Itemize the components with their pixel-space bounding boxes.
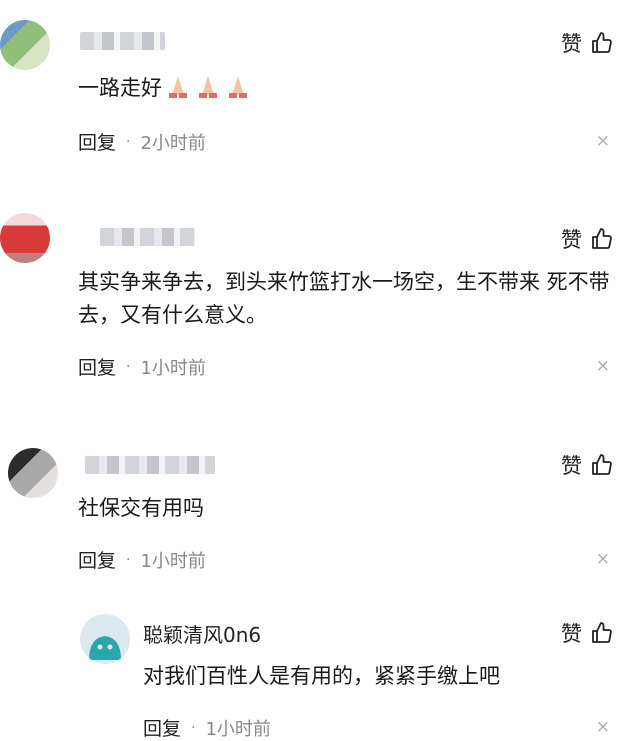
timestamp: 2小时前 [140,132,206,154]
like-label: 赞 [561,454,582,478]
username-blurred[interactable] [85,456,215,474]
comment-meta: 回复 · 2小时前 [78,128,206,155]
comment-meta: 回复 · 1小时前 [78,546,206,573]
thumbs-up-icon [592,622,612,643]
close-icon[interactable]: × [596,549,610,569]
default-avatar-icon [80,614,130,664]
thumbs-up-icon [592,454,612,475]
username-blurred[interactable] [80,32,165,50]
comment-item: 赞 一路走好 回复 · 2小时前 × [0,0,640,185]
avatar[interactable] [0,213,50,263]
thumbs-up-icon [592,228,612,249]
timestamp: 1小时前 [140,550,206,572]
like-label: 赞 [561,228,582,252]
reply-meta: 回复 · 1小时前 [143,714,271,741]
close-icon[interactable]: × [596,717,610,737]
folded-hands-icon [229,76,247,98]
reply-button[interactable]: 回复 [78,353,116,380]
reply-username[interactable]: 聪颖清风0n6 [143,619,261,648]
avatar[interactable] [80,614,130,664]
separator-dot: · [126,358,131,375]
avatar[interactable] [8,448,58,498]
like-label: 赞 [561,622,582,646]
folded-hands-icon [199,76,217,98]
separator-dot: · [126,551,131,568]
close-icon[interactable]: × [596,356,610,376]
like-label: 赞 [561,32,582,56]
comment-item: 赞 社保交有用吗 回复 · 1小时前 × [0,430,640,590]
comment-text-content: 一路走好 [78,76,162,100]
separator-dot: · [126,133,131,150]
like-button[interactable]: 赞 [561,618,614,648]
separator-dot: · [191,719,196,736]
comment-item: 赞 其实争来争去，到头来竹篮打水一场空，生不带来 死不带去，又有什么意义。 回复… [0,200,640,420]
username-blurred[interactable] [100,228,195,246]
like-button[interactable]: 赞 [561,28,614,58]
timestamp: 1小时前 [140,357,206,379]
avatar[interactable] [0,20,50,70]
comment-text: 社保交有用吗 [78,496,204,520]
reply-text: 对我们百性人是有用的，紧紧手缴上吧 [143,664,500,688]
reply-button[interactable]: 回复 [78,546,116,573]
folded-hands-icon [169,76,187,98]
comment-meta: 回复 · 1小时前 [78,353,206,380]
timestamp: 1小时前 [205,718,271,740]
comment-text: 其实争来争去，到头来竹篮打水一场空，生不带来 死不带去，又有什么意义。 [78,270,610,327]
like-button[interactable]: 赞 [561,450,614,480]
comment-text: 一路走好 [78,72,252,105]
like-button[interactable]: 赞 [561,224,614,254]
close-icon[interactable]: × [596,131,610,151]
reply-button[interactable]: 回复 [143,714,181,741]
thumbs-up-icon [592,32,612,53]
reply-item: 聪颖清风0n6 赞 对我们百性人是有用的，紧紧手缴上吧 回复 · 1小时前 × [0,600,640,740]
reply-button[interactable]: 回复 [78,128,116,155]
